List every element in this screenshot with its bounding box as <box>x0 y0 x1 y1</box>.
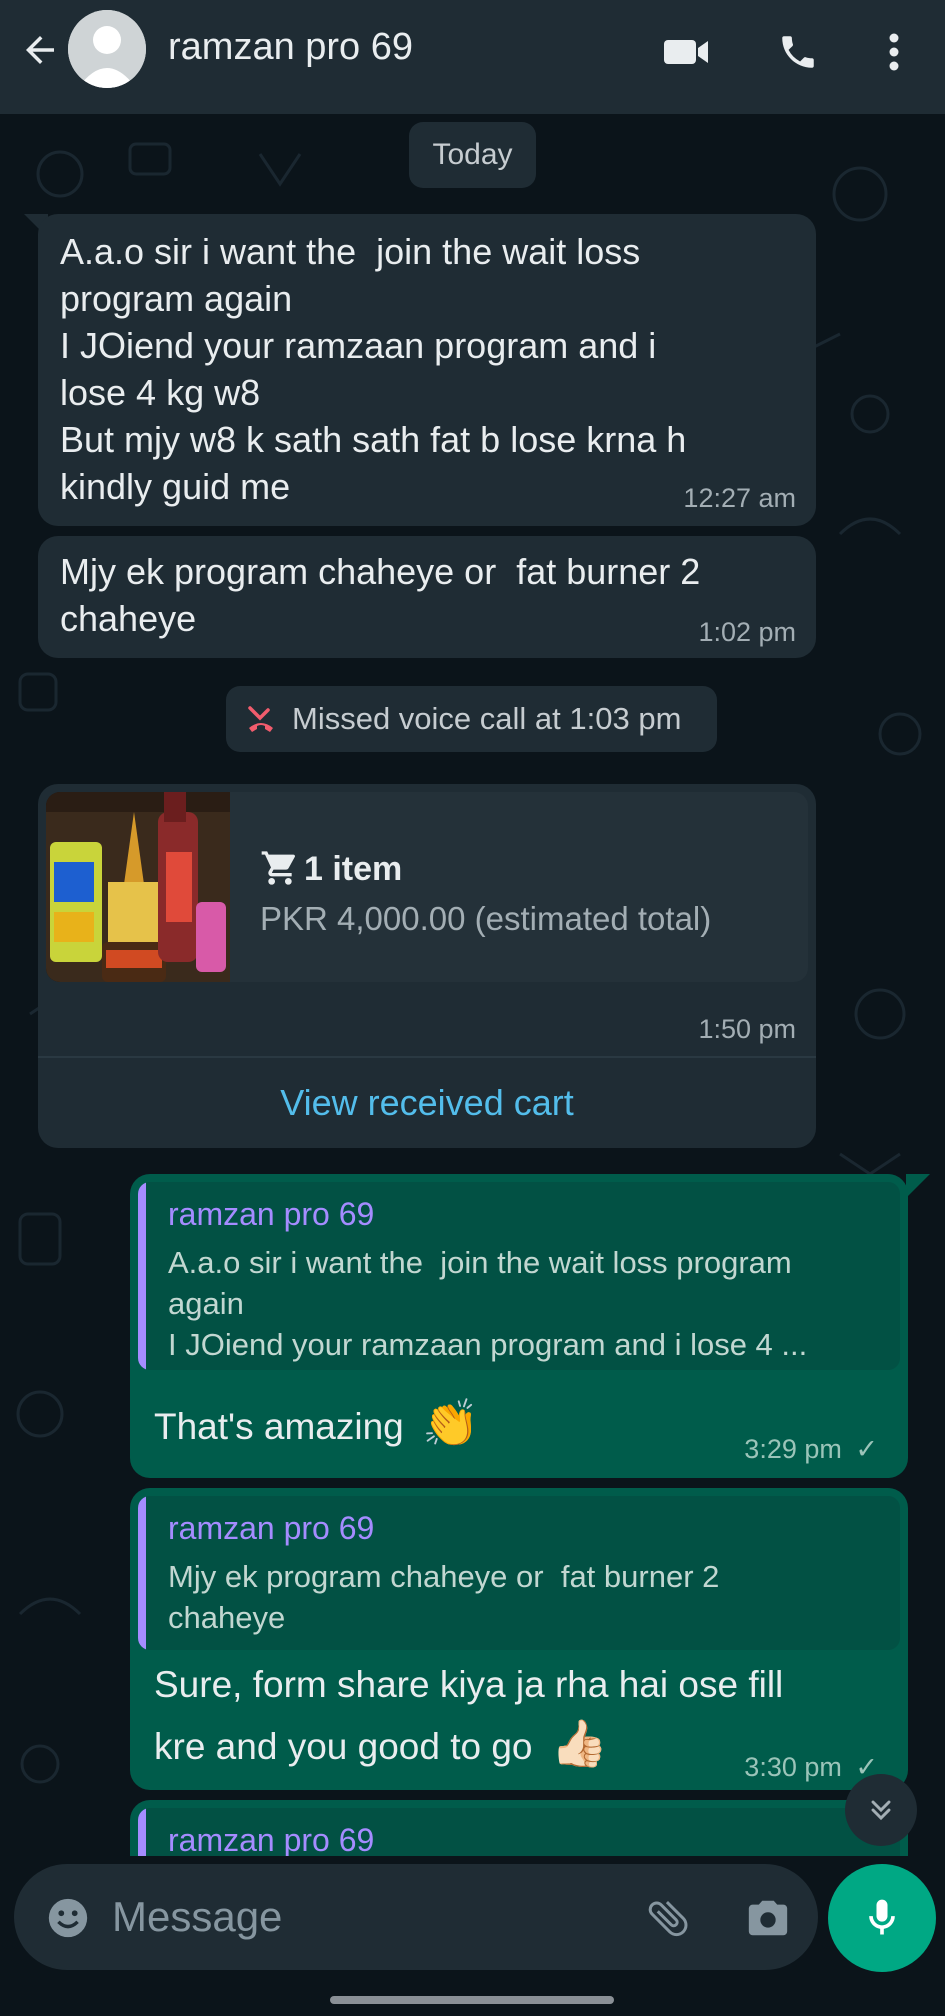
message-text-content: That's amazing <box>154 1406 404 1447</box>
cart-icon <box>260 848 300 888</box>
back-arrow-icon[interactable] <box>14 24 66 76</box>
date-chip: Today <box>409 122 536 188</box>
message-time: 3:30 pm ✓ <box>744 1752 878 1783</box>
quote-bar <box>138 1496 146 1650</box>
more-options-icon[interactable] <box>866 24 922 80</box>
quoted-sender: ramzan pro 69 <box>168 1196 375 1232</box>
missed-call-icon <box>246 704 276 734</box>
message-time: 3:29 pm ✓ <box>744 1434 878 1465</box>
quoted-sender: ramzan pro 69 <box>168 1510 375 1546</box>
bubble-tail <box>906 1174 930 1198</box>
divider <box>38 1056 816 1058</box>
missed-call-text: Missed voice call at 1:03 pm <box>292 701 682 736</box>
message-text-line2: kre and you good to go 👍🏻 <box>154 1714 608 1776</box>
incoming-message[interactable]: A.a.o sir i want the join the wait loss … <box>38 214 816 526</box>
outgoing-message[interactable]: ramzan pro 69 <box>130 1800 908 1856</box>
thumbs-up-emoji: 👍🏻 <box>550 1717 609 1769</box>
incoming-message[interactable]: Mjy ek program chaheye or fat burner 2 c… <box>38 536 816 658</box>
message-text-content: kre and you good to go <box>154 1726 533 1767</box>
message-time: 1:02 pm <box>698 617 796 647</box>
message-text: Sure, form share kiya ja rha hai ose fil… <box>154 1664 784 1705</box>
message-text: A.a.o sir i want the join the wait loss … <box>60 231 687 507</box>
cart-message[interactable]: 1 item PKR 4,000.00 (estimated total) 1:… <box>38 784 816 1148</box>
quoted-text: A.a.o sir i want the join the wait loss … <box>168 1245 808 1362</box>
quoted-message[interactable]: ramzan pro 69 A.a.o sir i want the join … <box>138 1182 900 1370</box>
quote-bar <box>138 1182 146 1370</box>
chat-header: ramzan pro 69 <box>0 0 945 114</box>
message-input[interactable] <box>112 1884 632 1950</box>
emoji-icon[interactable] <box>40 1890 96 1946</box>
product-thumbnail <box>46 792 230 982</box>
cart-item-count: 1 item <box>304 850 403 888</box>
microphone-icon <box>869 1899 895 1935</box>
message-time: 1:50 pm <box>698 1014 796 1044</box>
voice-call-icon[interactable] <box>770 24 826 80</box>
quoted-sender: ramzan pro 69 <box>168 1822 375 1856</box>
attach-icon[interactable] <box>640 1890 696 1946</box>
outgoing-message[interactable]: ramzan pro 69 Mjy ek program chaheye or … <box>130 1488 908 1790</box>
home-indicator[interactable] <box>330 1996 614 2004</box>
message-composer <box>14 1864 818 1970</box>
outgoing-message[interactable]: ramzan pro 69 A.a.o sir i want the join … <box>130 1174 908 1478</box>
contact-name[interactable]: ramzan pro 69 <box>168 26 413 69</box>
message-text: Mjy ek program chaheye or fat burner 2 c… <box>60 551 701 639</box>
cart-summary[interactable]: 1 item PKR 4,000.00 (estimated total) <box>46 792 808 982</box>
quoted-message[interactable]: ramzan pro 69 <box>138 1808 900 1856</box>
quoted-text: Mjy ek program chaheye or fat burner 2 c… <box>168 1559 720 1635</box>
double-chevron-down-icon <box>871 1800 891 1821</box>
view-received-cart-button[interactable]: View received cart <box>38 1060 816 1146</box>
avatar[interactable] <box>68 10 146 88</box>
clapping-emoji: 👏 <box>422 1397 480 1449</box>
quote-bar <box>138 1808 146 1856</box>
voice-message-button[interactable] <box>828 1864 936 1972</box>
video-call-icon[interactable] <box>658 24 714 80</box>
message-time-text: 3:29 pm <box>744 1434 842 1464</box>
missed-call-notice[interactable]: Missed voice call at 1:03 pm <box>226 686 717 752</box>
sent-check-icon: ✓ <box>855 1434 878 1464</box>
message-time-text: 3:30 pm <box>744 1752 842 1782</box>
message-text: That's amazing 👏 <box>154 1394 479 1456</box>
cart-total: PKR 4,000.00 (estimated total) <box>260 900 712 937</box>
quoted-message[interactable]: ramzan pro 69 Mjy ek program chaheye or … <box>138 1496 900 1650</box>
camera-icon[interactable] <box>740 1890 796 1946</box>
message-time: 12:27 am <box>683 483 796 513</box>
scroll-to-bottom-button[interactable] <box>845 1774 917 1846</box>
